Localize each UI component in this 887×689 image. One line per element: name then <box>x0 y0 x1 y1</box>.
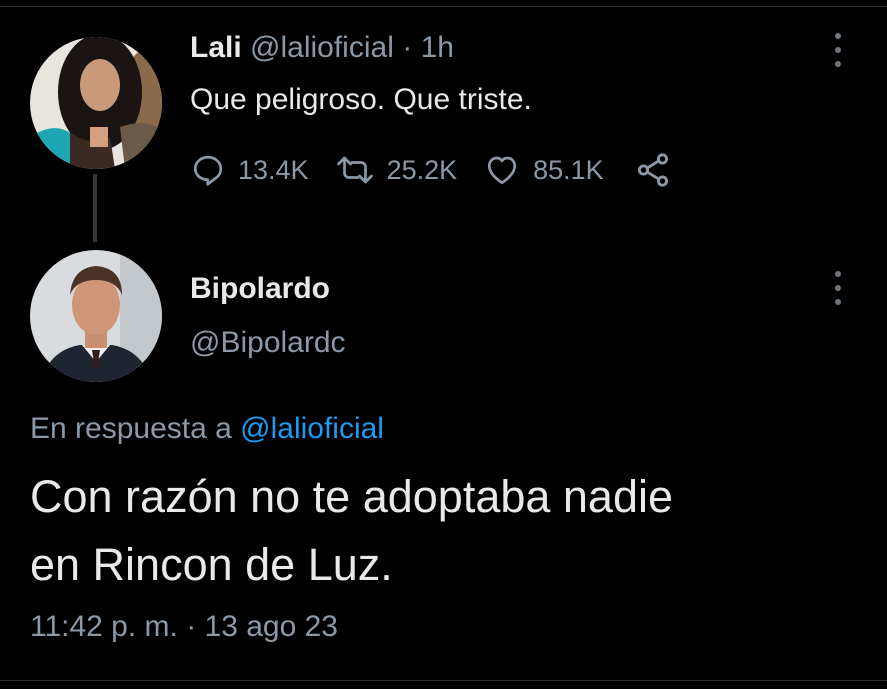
tweet1-separator: · <box>402 31 413 64</box>
like-count: 85.1K <box>533 154 604 185</box>
reply-context: En respuesta a @lalioficial <box>30 412 384 446</box>
share-button[interactable] <box>634 151 672 189</box>
tweet1-more-icon[interactable] <box>833 33 843 67</box>
tweet1-header: Lali @lalioficial · 1h <box>190 31 454 65</box>
avatar-lali[interactable] <box>30 37 162 169</box>
top-divider <box>0 6 887 7</box>
tweet2-author-handle[interactable]: @Bipolardc <box>190 326 346 360</box>
tweet2-more-icon[interactable] <box>833 271 843 305</box>
tweet2-text-line2: en Rincon de Luz. <box>30 539 393 590</box>
reply-button[interactable]: 13.4K <box>190 152 309 188</box>
thread-connector-line <box>93 174 97 242</box>
tweet2-text-line1: Con razón no te adoptaba nadie <box>30 471 674 522</box>
bottom-divider <box>0 680 887 681</box>
tweet2-author-name[interactable]: Bipolardo <box>190 272 330 306</box>
avatar-bipolardo[interactable] <box>30 250 162 382</box>
reply-icon <box>193 155 223 186</box>
retweet-count: 25.2K <box>386 154 458 185</box>
retweet-button[interactable]: 25.2K <box>335 152 458 188</box>
like-button[interactable]: 85.1K <box>483 152 604 188</box>
share-icon <box>637 153 668 187</box>
tweet1-action-bar: 13.4K 25.2K 85.1K <box>190 148 672 192</box>
retweet-icon <box>336 156 373 184</box>
tweet1-time[interactable]: 1h <box>421 31 454 64</box>
tweet1-text: Que peligroso. Que triste. <box>190 83 532 116</box>
tweet2-text: Con razón no te adoptaba nadie en Rincon… <box>30 463 860 599</box>
reply-mention-link[interactable]: @lalioficial <box>240 412 384 445</box>
reply-count: 13.4K <box>238 154 309 185</box>
heart-icon <box>488 156 517 185</box>
tweet2-timestamp[interactable]: 11:42 p. m. · 13 ago 23 <box>30 610 338 644</box>
tweet1-author-handle[interactable]: @lalioficial <box>250 31 394 64</box>
reply-prefix: En respuesta a <box>30 412 232 445</box>
tweet1-author-name[interactable]: Lali <box>190 31 242 64</box>
